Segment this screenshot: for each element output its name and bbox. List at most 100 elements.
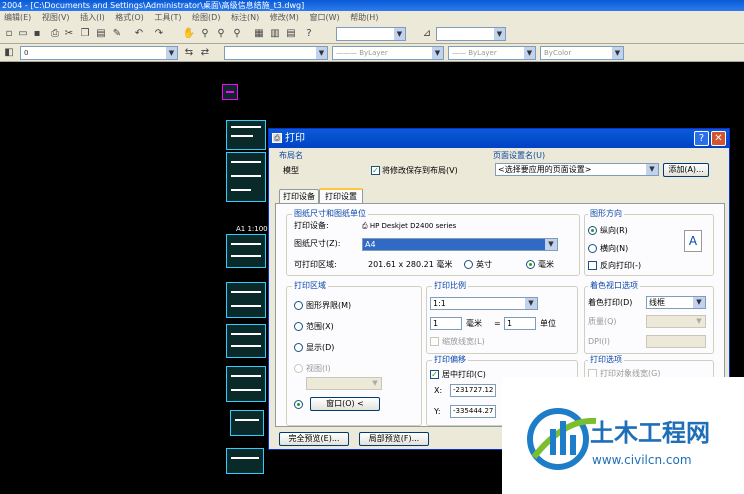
save-to-layout-checkbox[interactable]: ✓: [371, 166, 380, 175]
scale-mm-input[interactable]: 1: [430, 317, 462, 330]
scale-select[interactable]: 1:1 ▼: [430, 297, 538, 310]
unit-mm-label: 毫米: [538, 260, 554, 269]
scale-unit-input[interactable]: 1: [504, 317, 536, 330]
drawing-thumbnail: [226, 152, 266, 202]
paper-size-value: A4: [365, 240, 376, 249]
center-plot-checkbox[interactable]: ✓: [430, 370, 439, 379]
zoom-window-icon[interactable]: ⚲: [214, 27, 228, 40]
standard-toolbar: ▫ ▭ ▪ ⎙ ✂ ❐ ▤ ✎ ↶ ↷ ✋ ⚲ ⚲ ⚲ ▦ ▥ ▤ ? ▼ ⊿ …: [0, 24, 744, 44]
portrait-radio[interactable]: [588, 226, 597, 235]
dialog-title-bar: ⎙ 打印 ? ✕: [269, 129, 729, 148]
layer-combo[interactable]: 0 ▼: [20, 46, 178, 60]
display-radio[interactable]: [294, 343, 303, 352]
open-icon[interactable]: ▭: [16, 27, 30, 40]
plotstyle-value: ByColor: [544, 49, 572, 57]
color-combo[interactable]: ▼: [224, 46, 328, 60]
layer-value: 0: [24, 49, 29, 57]
page-orientation-icon: A: [684, 230, 702, 252]
tab-plot-device[interactable]: 打印设备: [279, 189, 319, 204]
help-icon[interactable]: ?: [302, 27, 316, 40]
menu-draw[interactable]: 绘图(D): [192, 11, 220, 24]
tab-plot-settings[interactable]: 打印设置: [319, 188, 363, 204]
window-button[interactable]: 窗口(O) <: [310, 397, 380, 411]
lineweight-combo[interactable]: —— ByLayer ▼: [448, 46, 536, 60]
drawing-thumbnail: [226, 366, 266, 402]
match-properties-icon[interactable]: ✎: [110, 27, 124, 40]
partial-preview-button[interactable]: 局部预览(F)...: [359, 432, 429, 446]
landscape-label: 横向(N): [600, 244, 629, 253]
layer-state-icon[interactable]: ◧: [2, 46, 16, 59]
window-radio[interactable]: [294, 400, 303, 409]
copy-icon[interactable]: ❐: [78, 27, 92, 40]
landscape-radio[interactable]: [588, 244, 597, 253]
scale-unit-label: 单位: [540, 319, 556, 328]
new-icon[interactable]: ▫: [2, 27, 16, 40]
layer-previous-icon[interactable]: ⇄: [198, 46, 212, 59]
offset-y-input[interactable]: -335444.27: [450, 405, 496, 418]
print-icon[interactable]: ⎙: [48, 27, 62, 40]
menu-window[interactable]: 窗口(W): [309, 11, 339, 24]
zoom-realtime-icon[interactable]: ⚲: [198, 27, 212, 40]
view-radio[interactable]: [294, 364, 303, 373]
paper-group-label: 图纸尺寸和图纸单位: [292, 209, 368, 219]
plotstyle-combo[interactable]: ByColor ▼: [540, 46, 624, 60]
unit-mm-radio[interactable]: [526, 260, 535, 269]
dimension-style-icon[interactable]: ⊿: [420, 27, 434, 40]
design-center-icon[interactable]: ▥: [268, 27, 282, 40]
text-style-combo[interactable]: ▼: [336, 27, 406, 41]
menu-insert[interactable]: 插入(I): [80, 11, 105, 24]
drawing-thumbnail: [226, 282, 266, 318]
save-icon[interactable]: ▪: [30, 27, 44, 40]
menu-edit[interactable]: 编辑(E): [4, 11, 31, 24]
plot-scale-group-label: 打印比例: [432, 281, 468, 291]
shaded-viewport-group-label: 着色视口选项: [588, 281, 640, 291]
linetype-combo[interactable]: ——— ByLayer ▼: [332, 46, 444, 60]
scale-lineweights-checkbox[interactable]: [430, 337, 439, 346]
drawing-thumbnail: [226, 234, 266, 268]
display-label: 显示(D): [306, 343, 335, 352]
view-select[interactable]: ▼: [306, 377, 382, 390]
view-label: 视图(I): [306, 364, 331, 373]
close-button[interactable]: ✕: [711, 131, 726, 146]
menu-format[interactable]: 格式(O): [115, 11, 144, 24]
cut-icon[interactable]: ✂: [62, 27, 76, 40]
help-button[interactable]: ?: [694, 131, 709, 146]
menu-help[interactable]: 帮助(H): [350, 11, 378, 24]
reverse-print-checkbox[interactable]: [588, 261, 597, 270]
paper-size-select[interactable]: A4 ▼: [362, 238, 558, 251]
paste-icon[interactable]: ▤: [94, 27, 108, 40]
unit-inch-radio[interactable]: [464, 260, 473, 269]
full-preview-button[interactable]: 完全预览(E)...: [279, 432, 349, 446]
extents-radio[interactable]: [294, 322, 303, 331]
plot-offset-group-label: 打印偏移: [432, 355, 468, 365]
pan-icon[interactable]: ✋: [182, 27, 196, 40]
limits-radio[interactable]: [294, 301, 303, 310]
save-to-layout-label: 将修改保存到布局(V): [382, 166, 458, 175]
menu-tools[interactable]: 工具(T): [154, 11, 181, 24]
lineweight-value: ByLayer: [468, 49, 497, 57]
menu-dimension[interactable]: 标注(N): [231, 11, 259, 24]
quality-label: 质量(Q): [588, 317, 617, 326]
make-current-icon[interactable]: ⇆: [182, 46, 196, 59]
menu-bar: 编辑(E) 视图(V) 插入(I) 格式(O) 工具(T) 绘图(D) 标注(N…: [0, 11, 744, 24]
zoom-previous-icon[interactable]: ⚲: [230, 27, 244, 40]
page-setup-select[interactable]: <选择要应用的页面设置> ▼: [495, 163, 659, 176]
undo-icon[interactable]: ↶: [132, 27, 146, 40]
printer-icon: ⎙: [272, 133, 282, 143]
tool-palette-icon[interactable]: ▤: [284, 27, 298, 40]
redo-icon[interactable]: ↷: [152, 27, 166, 40]
dim-style-combo[interactable]: ▼: [436, 27, 506, 41]
dpi-input[interactable]: [646, 335, 706, 348]
plot-options-group-label: 打印选项: [588, 355, 624, 365]
offset-y-label: Y:: [434, 407, 441, 416]
menu-view[interactable]: 视图(V): [42, 11, 70, 24]
quality-select[interactable]: ▼: [646, 315, 706, 328]
add-page-setup-button[interactable]: 添加(A)...: [663, 163, 709, 177]
shade-plot-label: 着色打印(D): [588, 298, 633, 307]
shade-plot-select[interactable]: 线框 ▼: [646, 296, 706, 309]
paper-size-label: 图纸尺寸(Z):: [294, 239, 341, 248]
properties-icon[interactable]: ▦: [252, 27, 266, 40]
offset-x-input[interactable]: -231727.12: [450, 384, 496, 397]
center-plot-label: 居中打印(C): [442, 370, 486, 379]
menu-modify[interactable]: 修改(M): [270, 11, 299, 24]
